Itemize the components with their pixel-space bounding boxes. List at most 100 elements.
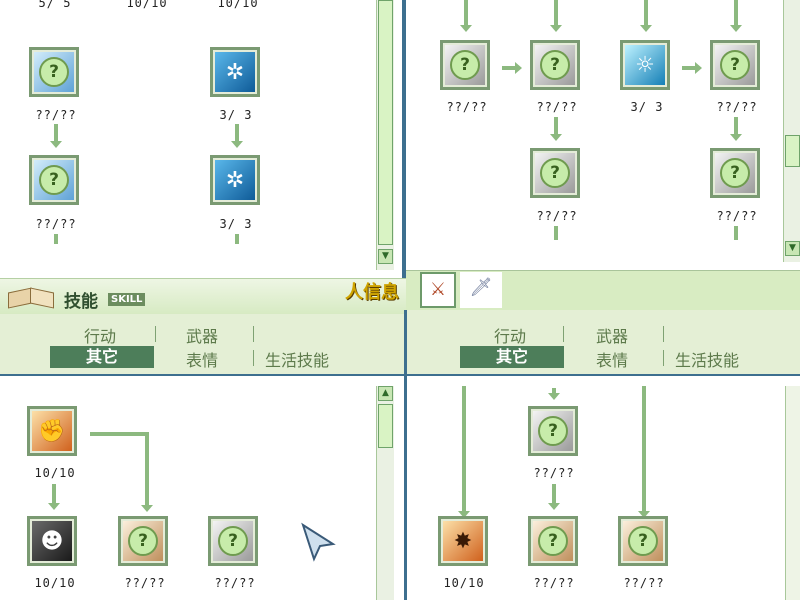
skill-slot[interactable]: ? <box>710 148 760 198</box>
connector-arrow <box>458 386 470 518</box>
tab-separator <box>253 350 254 366</box>
skill-count: 10/10 <box>34 466 76 480</box>
question-silver-icon: ? <box>538 416 568 446</box>
question-silver-icon: ? <box>218 526 248 556</box>
tab-separator <box>663 350 664 366</box>
sword-icon: 🗡 <box>469 277 493 298</box>
tab-separator <box>253 326 254 342</box>
connector-line <box>235 234 239 244</box>
skill-count: ??/?? <box>214 576 256 590</box>
tab-life-skill[interactable]: 生活技能 <box>265 347 329 371</box>
scrollbar[interactable]: ▼ <box>376 0 394 270</box>
connector-line <box>90 432 148 436</box>
skill-slot[interactable]: ✲ <box>210 155 260 205</box>
question-tan-icon: ? <box>628 526 658 556</box>
skill-slot[interactable]: ✊ <box>27 406 77 456</box>
connector-arrow <box>548 484 560 510</box>
skill-slot[interactable]: ? <box>530 148 580 198</box>
sword-bow-icon: ⚔ <box>429 279 447 300</box>
skill-slot[interactable]: ? <box>530 40 580 90</box>
tab-separator <box>663 326 664 342</box>
scrollbar[interactable]: ▼ <box>783 0 800 262</box>
skill-count: 3/ 3 <box>219 108 253 122</box>
tab-weapon[interactable]: 武器 <box>596 323 628 347</box>
connector-arrow <box>550 117 562 141</box>
scrollbar-thumb[interactable] <box>378 404 393 448</box>
burst-face-icon: ☼ <box>635 52 655 78</box>
skill-tree-bottom-right: ? ??/?? ✸ 10/10 ? ??/?? ? ??/?? <box>407 376 800 600</box>
scroll-up-button[interactable]: ▲ <box>378 386 393 401</box>
tab-action[interactable]: 行动 <box>84 323 116 347</box>
tab-life-skill[interactable]: 生活技能 <box>675 347 739 371</box>
skill-slot[interactable]: ☼ <box>620 40 670 90</box>
skill-slot[interactable]: ? <box>29 155 79 205</box>
skill-count: ??/?? <box>623 576 665 590</box>
skill-slot[interactable]: ? <box>118 516 168 566</box>
skill-slot[interactable]: ? <box>710 40 760 90</box>
skill-slot[interactable]: ✲ <box>210 47 260 97</box>
scroll-down-button[interactable]: ▼ <box>378 249 393 264</box>
question-silver-icon: ? <box>540 50 570 80</box>
skill-count: ??/?? <box>716 209 758 223</box>
skill-count: · · · · <box>526 0 596 6</box>
skill-count: 5/ 5 <box>38 0 72 10</box>
question-tan-icon: ? <box>538 526 568 556</box>
connector-line <box>734 226 738 240</box>
connector-arrow <box>548 388 560 400</box>
skill-slot[interactable]: ? <box>528 516 578 566</box>
skill-count: ??/?? <box>533 466 575 480</box>
skill-count: ??/?? <box>124 576 166 590</box>
tab-weapon[interactable]: 武器 <box>186 323 218 347</box>
skill-slot[interactable]: ? <box>208 516 258 566</box>
scroll-down-button[interactable]: ▼ <box>785 241 800 256</box>
skill-tree-top-left: 5/ 5 10/10 10/10 ? ??/?? ✲ 3/ 3 ? ??/?? … <box>0 0 396 278</box>
spin-blade-icon: ✲ <box>225 167 245 193</box>
scrollbar-thumb[interactable] <box>378 0 393 245</box>
tab-other[interactable]: 其它 <box>50 346 154 368</box>
mouse-cursor-icon <box>301 522 336 562</box>
weapon-tab-sword[interactable]: 🗡 <box>460 272 502 308</box>
spin-blade-icon: ✲ <box>225 59 245 85</box>
question-blue-icon: ? <box>39 165 69 195</box>
connector-arrow <box>50 124 62 148</box>
skill-count: 10/10 <box>443 576 485 590</box>
connector-arrow <box>231 124 243 148</box>
skill-count: 3/ 3 <box>630 100 664 114</box>
right-edge-strip <box>785 386 800 600</box>
connector-arrow <box>682 62 702 74</box>
question-silver-icon: ? <box>720 50 750 80</box>
connector-arrow <box>730 117 742 141</box>
tab-emote[interactable]: 表情 <box>596 347 628 371</box>
connector-arrow <box>48 484 60 510</box>
skill-count: ??/?? <box>533 576 575 590</box>
skill-slot[interactable]: ? <box>440 40 490 90</box>
weapon-tab-sword-bow[interactable]: ⚔ <box>420 272 456 308</box>
tab-action[interactable]: 行动 <box>494 323 526 347</box>
scrollbar-thumb[interactable] <box>785 135 800 167</box>
question-blue-icon: ? <box>39 57 69 87</box>
connector-arrow <box>730 0 742 32</box>
skill-slot[interactable]: ✸ <box>438 516 488 566</box>
skill-slot[interactable]: ? <box>528 406 578 456</box>
connector-arrow <box>502 62 522 74</box>
connector-line <box>54 234 58 244</box>
tab-other[interactable]: 其它 <box>460 346 564 368</box>
skill-count: ??/?? <box>536 209 578 223</box>
skill-title-en: SKILL <box>108 293 146 306</box>
skill-count: ??/?? <box>446 100 488 114</box>
skill-title: 技能 <box>64 292 98 312</box>
connector-arrow <box>638 386 650 518</box>
tab-emote[interactable]: 表情 <box>186 347 218 371</box>
skill-slot[interactable]: ? <box>618 516 668 566</box>
question-silver-icon: ? <box>720 158 750 188</box>
tab-separator <box>563 326 564 342</box>
skill-slot[interactable]: ☻ <box>27 516 77 566</box>
scrollbar[interactable]: ▲ <box>376 386 394 600</box>
skill-tree-bottom-left: ✊ 10/10 ☻ 10/10 ? ??/?? ? ??/?? ▲ <box>0 376 404 600</box>
skill-count: 3/ 3 <box>219 217 253 231</box>
tab-separator <box>155 326 156 342</box>
skill-count: 10/10 <box>217 0 259 10</box>
connector-arrow <box>460 0 472 32</box>
question-silver-icon: ? <box>540 158 570 188</box>
skill-slot[interactable]: ? <box>29 47 79 97</box>
